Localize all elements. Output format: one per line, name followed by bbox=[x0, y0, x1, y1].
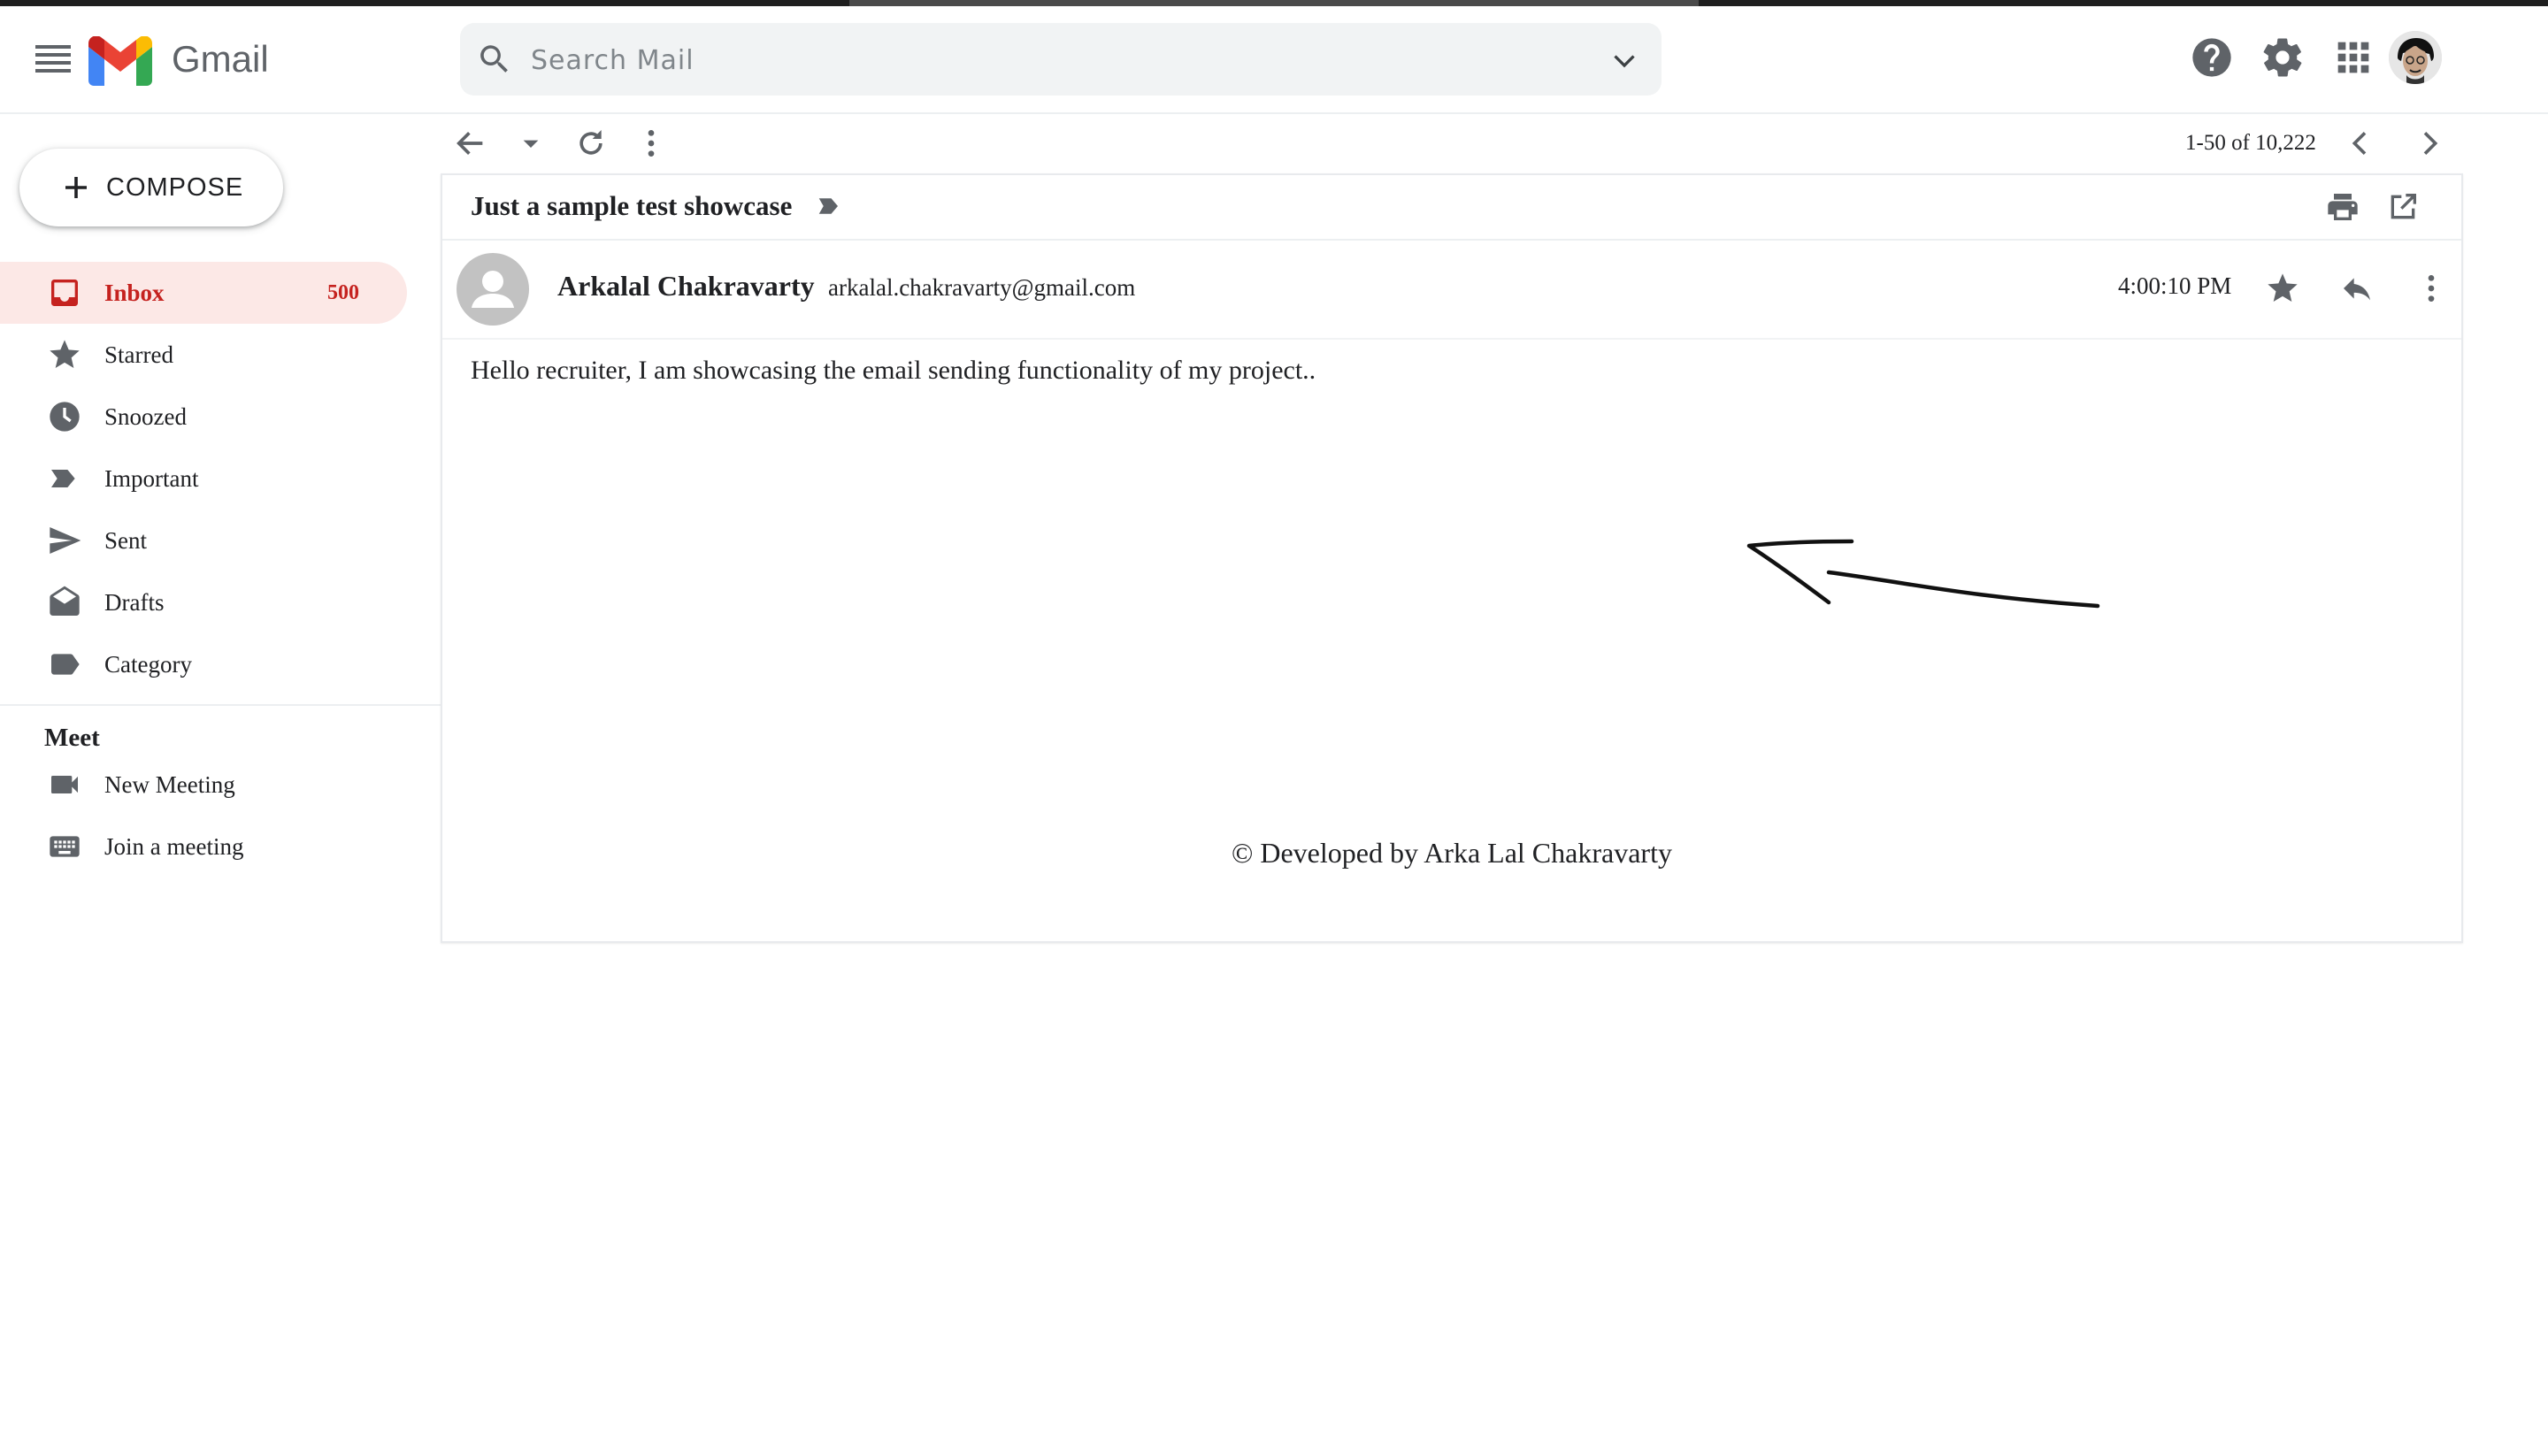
keyboard-icon bbox=[50, 836, 80, 857]
gmail-logo-icon[interactable] bbox=[88, 36, 152, 86]
reply-icon[interactable] bbox=[2339, 271, 2375, 306]
send-icon bbox=[50, 527, 81, 554]
back-arrow-icon[interactable] bbox=[453, 126, 488, 161]
sidebar-item-label: Category bbox=[104, 651, 192, 678]
sidebar-item-label: Starred bbox=[104, 341, 173, 368]
apps-grid-icon[interactable] bbox=[2330, 34, 2376, 80]
inbox-icon bbox=[51, 280, 78, 306]
sidebar-item-join-meeting[interactable]: Join a meeting bbox=[0, 816, 407, 877]
sidebar-item-label: Inbox bbox=[104, 280, 165, 306]
help-icon[interactable] bbox=[2189, 34, 2235, 80]
sidebar-item-drafts[interactable]: Drafts bbox=[0, 571, 407, 633]
label-icon bbox=[51, 654, 80, 675]
menu-line bbox=[35, 69, 71, 73]
clock-icon bbox=[50, 402, 80, 432]
menu-line bbox=[35, 45, 71, 49]
email-body: Hello recruiter, I am showcasing the ema… bbox=[471, 356, 1316, 385]
menu-line bbox=[35, 53, 71, 57]
chevron-right-icon[interactable] bbox=[2412, 126, 2447, 161]
sidebar-item-starred[interactable]: Starred bbox=[0, 324, 407, 386]
sidebar-item-label: Join a meeting bbox=[104, 833, 244, 860]
sender-name: Arkalal Chakravarty bbox=[557, 270, 815, 302]
subject-row: Just a sample test showcase bbox=[442, 175, 2461, 241]
annotation-arrow-icon bbox=[1746, 539, 2100, 609]
app-header: Gmail bbox=[0, 6, 2548, 114]
message-toolbar: 1-50 of 10,222 bbox=[441, 113, 2460, 172]
sidebar-item-important[interactable]: Important bbox=[0, 448, 407, 510]
sidebar-item-snoozed[interactable]: Snoozed bbox=[0, 386, 407, 448]
developer-credit: © Developed by Arka Lal Chakravarty bbox=[1232, 837, 1672, 869]
sidebar-item-label: New Meeting bbox=[104, 771, 235, 798]
meet-section: New Meeting Join a meeting bbox=[0, 754, 407, 877]
message-view: Just a sample test showcase Arkalal Chak… bbox=[441, 173, 2463, 943]
sidebar-item-label: Sent bbox=[104, 527, 148, 554]
video-icon bbox=[51, 776, 78, 793]
search-input[interactable] bbox=[529, 23, 1577, 97]
email-subject: Just a sample test showcase bbox=[471, 190, 793, 221]
app-brand-name: Gmail bbox=[172, 38, 269, 80]
sidebar-item-label: Snoozed bbox=[104, 403, 187, 430]
important-icon bbox=[51, 470, 75, 487]
sender-email: arkalal.chakravarty@gmail.com bbox=[828, 274, 1136, 301]
unread-count-badge: 500 bbox=[327, 281, 359, 304]
sidebar-nav: Inbox 500 Starred Snoozed Important Sent… bbox=[0, 262, 407, 695]
pagination-text: 1-50 of 10,222 bbox=[2185, 131, 2316, 155]
sidebar-item-sent[interactable]: Sent bbox=[0, 510, 407, 571]
compose-label: COMPOSE bbox=[106, 173, 244, 202]
sender-row: Arkalal Chakravarty arkalal.chakravarty@… bbox=[442, 241, 2461, 340]
sidebar-item-category[interactable]: Category bbox=[0, 633, 407, 695]
sidebar-item-inbox[interactable]: Inbox 500 bbox=[0, 262, 407, 324]
top-strip-segment bbox=[849, 0, 1699, 6]
meet-section-title: Meet bbox=[44, 724, 100, 752]
chevron-left-icon[interactable] bbox=[2343, 126, 2378, 161]
more-vert-icon[interactable] bbox=[2414, 271, 2449, 306]
search-options-chevron-icon[interactable] bbox=[1608, 44, 1640, 76]
star-icon bbox=[50, 340, 80, 368]
refresh-icon[interactable] bbox=[573, 126, 609, 161]
search-icon[interactable] bbox=[476, 41, 513, 78]
message-time: 4:00:10 PM bbox=[2118, 272, 2232, 299]
plus-icon bbox=[65, 177, 87, 198]
open-in-new-window-icon[interactable] bbox=[2385, 189, 2421, 225]
settings-gear-icon[interactable] bbox=[2260, 34, 2306, 80]
sidebar-item-label: Important bbox=[104, 465, 199, 492]
print-icon[interactable] bbox=[2325, 189, 2360, 225]
compose-button[interactable]: COMPOSE bbox=[19, 149, 283, 226]
more-vert-icon[interactable] bbox=[633, 126, 669, 161]
window-top-strip bbox=[0, 0, 2548, 6]
account-avatar[interactable] bbox=[2389, 31, 2442, 84]
star-icon[interactable] bbox=[2265, 271, 2300, 306]
sidebar-item-new-meeting[interactable]: New Meeting bbox=[0, 754, 407, 816]
search-bar[interactable] bbox=[460, 23, 1662, 97]
sidebar-divider bbox=[0, 704, 441, 706]
sender-avatar-icon bbox=[457, 253, 529, 326]
caret-down-icon[interactable] bbox=[513, 126, 549, 161]
main-menu-button[interactable] bbox=[35, 45, 71, 73]
drafts-icon bbox=[50, 586, 80, 616]
menu-line bbox=[35, 61, 71, 65]
important-marker-icon[interactable] bbox=[816, 193, 842, 219]
sidebar-item-label: Drafts bbox=[104, 589, 165, 616]
